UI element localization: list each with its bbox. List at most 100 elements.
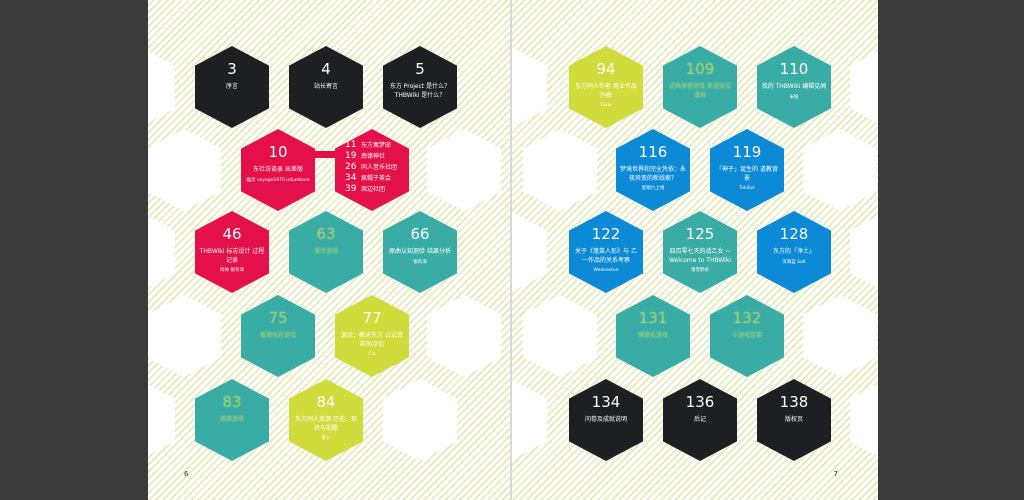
background-hexagon [148, 211, 175, 293]
toc-entry-128[interactable]: 128 东方的「净土」 深海蓝 Salt [757, 211, 831, 293]
entry-page-number: 84 [316, 393, 336, 411]
entry-page-number: 77 [362, 309, 382, 327]
background-hexagon [148, 295, 221, 377]
entry-page-number: 83 [222, 393, 242, 411]
sub-entry[interactable]: 11 东方寓梦邸 [345, 140, 397, 151]
toc-entry-10[interactable]: 10 东社访谈录 出差版幽灵 voyage1970 udumbara [241, 129, 315, 211]
sub-entry-number: 11 [345, 140, 357, 150]
entry-author: Cio [368, 352, 376, 357]
entry-page-number: 94 [596, 60, 616, 78]
entry-title: 东方同人作者 商业作品列表 [575, 83, 637, 99]
left-page: 6 3 序言 4 站长寄言 5 东方 Project 是什么？ THBWiki 是什么？ 1… [148, 0, 510, 500]
entry-author: 阿帅 银有海 [220, 268, 244, 273]
toc-entry-4[interactable]: 4 站长寄言 [289, 46, 363, 128]
entry-title: 东方同人资源 历史、现状与前瞻 [295, 416, 357, 432]
entry-page-number: 75 [268, 309, 288, 327]
entry-page-number: 132 [732, 309, 762, 327]
toc-entry-125[interactable]: 125 四百零七天的战乙女 ~ Welcome to THBWiki 落雪鸦杀 [663, 211, 737, 293]
entry-title: 梦境世界和完全凭依：永夜异变的新线索？ [620, 166, 687, 182]
entry-title: 漫评游戏 [313, 248, 338, 255]
entry-title: 版权页 [784, 416, 803, 423]
toc-entry-131[interactable]: 131 猜歌名游戏 [616, 295, 690, 377]
entry-author: 萝卜 [321, 436, 331, 441]
toc-entry-110[interactable]: 110 我的 THBWiki 编辑见闻 米娅 [757, 46, 831, 128]
entry-title: 猜歌名游戏 [637, 332, 668, 339]
entry-title: 后记 [693, 416, 706, 423]
entry-title: THBWiki 标志设计 过程记录 [199, 248, 265, 264]
entry-title: 序言 [225, 83, 238, 90]
entry-page-number: 116 [638, 143, 668, 161]
page-number: 7 [833, 470, 838, 478]
sub-entry[interactable]: 26 同人音乐社团 [345, 162, 397, 173]
background-hexagon [148, 129, 221, 211]
background-hexagon [148, 46, 175, 128]
toc-entry-3[interactable]: 3 序言 [195, 46, 269, 128]
background-hexagon [850, 46, 878, 128]
entry-page-number: 134 [591, 393, 621, 411]
entry-title: 原曲认知测验 结果分析 [389, 248, 451, 255]
entry-title: 源流：概述东方 公式资料的汉化 [341, 332, 403, 348]
entry-title: 「神子」诞生的 道教背景 [716, 166, 778, 182]
entry-page-number: 138 [779, 393, 809, 411]
entry-page-number: 128 [779, 225, 809, 243]
entry-page-number: 136 [685, 393, 715, 411]
entry-author: 落雪鸦杀 [691, 268, 709, 273]
entry-page-number: 110 [779, 60, 809, 78]
entry-title: 关于《蓬莱人形》与 乙一作品的关系考察 [575, 248, 637, 264]
toc-entry-75[interactable]: 75 看图找茬游戏 [241, 295, 315, 377]
sub-entry-title: 南德神社 [361, 153, 386, 160]
toc-entry-116[interactable]: 116 梦境世界和完全凭依：永夜异变的新线索？ 星期六上线 [616, 129, 690, 211]
background-hexagon [512, 46, 547, 128]
entry-title: 我的 THBWiki 编辑见闻 [761, 83, 827, 90]
entry-author: Tokibei [739, 186, 755, 191]
entry-title: 看图找茬游戏 [259, 332, 296, 339]
sub-entry[interactable]: 39 周边社团 [345, 184, 397, 195]
toc-entry-46[interactable]: 46 THBWiki 标志设计 过程记录阿帅 银有海 [195, 211, 269, 293]
background-hexagon [850, 379, 878, 461]
entry-page-number: 122 [591, 225, 621, 243]
background-hexagon [512, 211, 547, 293]
entry-title: 四百零七天的战乙女 ~ Welcome to THBWiki [669, 248, 731, 264]
entry-page-number: 3 [227, 60, 237, 78]
toc-entry-84[interactable]: 84 东方同人资源 历史、现状与前瞻萝卜 [289, 379, 363, 461]
toc-entry-63[interactable]: 63 漫评游戏 [289, 211, 363, 293]
toc-entry-119[interactable]: 119 「神子」诞生的 道教背景 Tokibei [710, 129, 784, 211]
toc-entry-66[interactable]: 66 原曲认知测验 结果分析 银有海 [383, 211, 457, 293]
toc-entry-122[interactable]: 122 关于《蓬莱人形》与 乙一作品的关系考察 Wedneston [569, 211, 643, 293]
sub-entry[interactable]: 34 疯帽子茶会 [345, 173, 397, 184]
toc-entry-83[interactable]: 83 猜猜游戏 [195, 379, 269, 461]
toc-entry-134[interactable]: 134 问卷及成就说明 [569, 379, 643, 461]
entry-page-number: 119 [732, 143, 762, 161]
toc-entry-94[interactable]: 94 东方同人作者 商业作品列表 Tokai [569, 46, 643, 128]
entry-author: Wedneston [593, 268, 619, 273]
entry-page-number: 5 [415, 60, 425, 78]
entry-title: 近两身感游戏 新语常见漫画 [669, 83, 731, 99]
sub-entry-title: 周边社团 [361, 186, 386, 193]
toc-entry-109[interactable]: 109 近两身感游戏 新语常见漫画 [663, 46, 737, 128]
entry-title: 东社访谈录 出差版 [253, 166, 303, 173]
entry-page-number: 10 [268, 143, 288, 161]
sub-entry-number: 19 [345, 151, 357, 161]
entry-title: 东方 Project 是什么？ THBWiki 是什么？ [389, 83, 451, 99]
entry-author: Tokai [600, 103, 612, 108]
entry-title: 问卷及成就说明 [584, 416, 627, 423]
entry-author: 米娅 [789, 94, 799, 100]
toc-entry-77[interactable]: 77 源流：概述东方 公式资料的汉化 Cio [335, 295, 409, 377]
background-hexagon [803, 295, 877, 377]
sub-entry[interactable]: 19 南德神社 [345, 151, 397, 162]
entry-page-number: 4 [321, 60, 331, 78]
entry-page-number: 46 [222, 225, 242, 243]
toc-entry-132[interactable]: 132 小游戏答案 [710, 295, 784, 377]
toc-entry-138[interactable]: 138 版权页 [757, 379, 831, 461]
entry-author: 星期六上线 [641, 186, 665, 191]
entry-page-number: 131 [638, 309, 668, 327]
entry-title: 东方的「净土」 [772, 248, 815, 255]
toc-entry-136[interactable]: 136 后记 [663, 379, 737, 461]
entry-title: 站长寄言 [313, 83, 338, 90]
entry-author: 幽灵 voyage1970 udumbara [246, 177, 310, 183]
entry-author: 深海蓝 Salt [782, 259, 806, 265]
background-hexagon [148, 379, 175, 461]
toc-entry-5[interactable]: 5 东方 Project 是什么？ THBWiki 是什么？ [383, 46, 457, 128]
entry-page-number: 125 [685, 225, 715, 243]
sub-entry-number: 34 [345, 173, 357, 183]
